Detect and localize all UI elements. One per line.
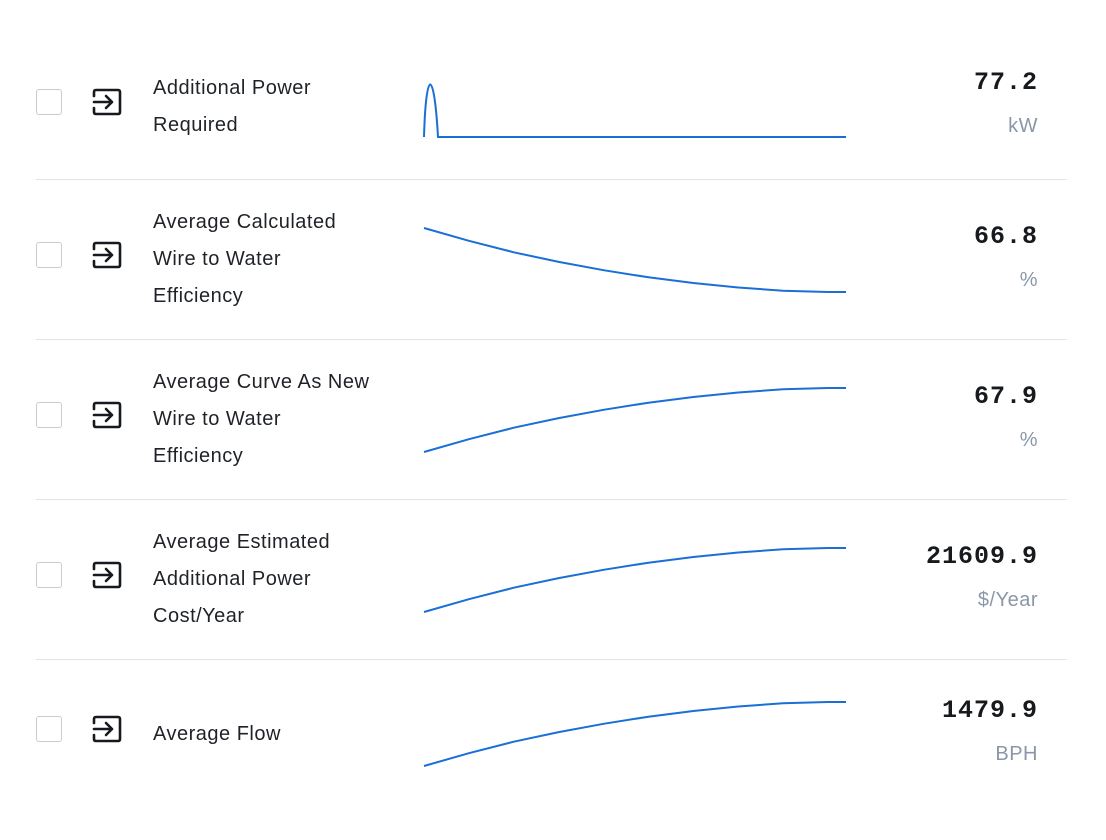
row-checkbox[interactable] [36, 89, 62, 115]
metric-label-line: Wire to Water [153, 408, 281, 430]
trend-sparkline [423, 227, 846, 293]
input-arrow-icon[interactable] [92, 715, 122, 743]
metric-row[interactable]: Average Flow 1479.9 BPH [36, 660, 1067, 820]
sparkline-path [423, 387, 846, 453]
row-checkbox[interactable] [36, 716, 62, 742]
metric-label-line: Required [153, 114, 239, 136]
trend-sparkline [423, 547, 846, 613]
input-arrow-icon[interactable] [92, 561, 122, 589]
metric-row[interactable]: Average Curve As New Wire to Water Effic… [36, 340, 1067, 500]
metric-label-line: Efficiency [153, 285, 244, 307]
input-arrow-icon[interactable] [92, 401, 122, 429]
sparkline-path [423, 227, 846, 293]
metric-row[interactable]: Additional Power Required 77.2 kW [36, 20, 1067, 180]
metric-unit: BPH [995, 743, 1038, 765]
sparkline-path [423, 83, 846, 138]
metric-unit: kW [1008, 115, 1038, 137]
metric-label: Additional Power Required [153, 70, 393, 144]
row-checkbox[interactable] [36, 242, 62, 268]
metric-label-line: Wire to Water [153, 248, 281, 270]
metric-row[interactable]: Average Calculated Wire to Water Efficie… [36, 180, 1067, 340]
trend-sparkline [423, 387, 846, 453]
metric-value: 66.8 [973, 222, 1038, 251]
metric-label-line: Average Calculated [153, 211, 337, 233]
metrics-list: Additional Power Required 77.2 kW Averag… [36, 20, 1067, 820]
metric-label-line: Cost/Year [153, 605, 245, 627]
metric-label-line: Average Estimated [153, 531, 331, 553]
sparkline-path [423, 701, 846, 767]
trend-sparkline [423, 83, 846, 138]
metric-value: 21609.9 [925, 542, 1038, 571]
metric-row[interactable]: Average Estimated Additional Power Cost/… [36, 500, 1067, 660]
metric-label-line: Average Curve As New [153, 371, 370, 393]
metric-value: 77.2 [973, 68, 1038, 97]
input-arrow-icon[interactable] [92, 88, 122, 116]
metric-label: Average Estimated Additional Power Cost/… [153, 524, 393, 635]
sparkline-path [423, 547, 846, 613]
metric-unit: % [1019, 429, 1038, 451]
metric-label-line: Efficiency [153, 445, 244, 467]
metric-unit: % [1019, 269, 1038, 291]
metric-label-line: Additional Power [153, 568, 312, 590]
metric-label-line: Average Flow [153, 723, 281, 745]
trend-sparkline [423, 701, 846, 767]
metric-label: Average Calculated Wire to Water Efficie… [153, 204, 393, 315]
metric-value: 67.9 [973, 382, 1038, 411]
metric-value: 1479.9 [941, 696, 1038, 725]
row-checkbox[interactable] [36, 562, 62, 588]
metric-unit: $/Year [977, 589, 1038, 611]
metric-label: Average Curve As New Wire to Water Effic… [153, 364, 393, 475]
input-arrow-icon[interactable] [92, 241, 122, 269]
metric-label: Average Flow [153, 716, 393, 753]
row-checkbox[interactable] [36, 402, 62, 428]
metric-label-line: Additional Power [153, 77, 312, 99]
